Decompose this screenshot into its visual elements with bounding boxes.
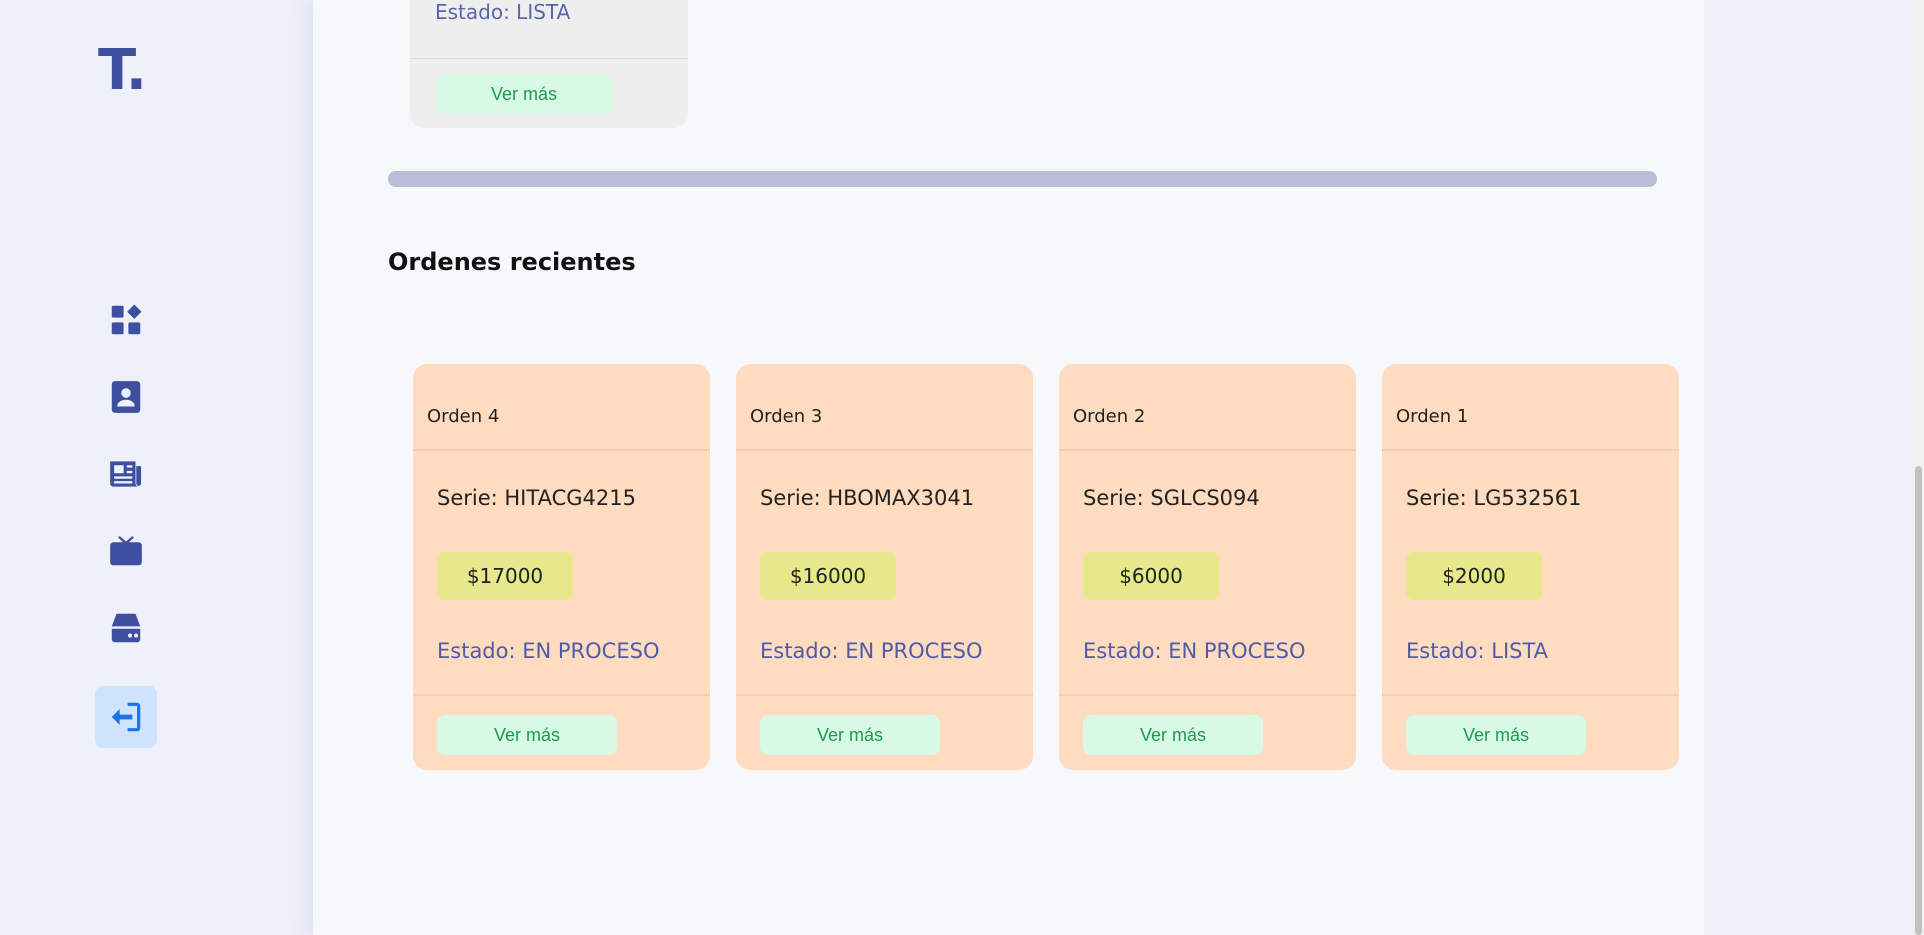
- page-scrollbar[interactable]: [1913, 0, 1924, 935]
- logout-icon: [111, 702, 141, 732]
- right-margin: [1704, 0, 1916, 935]
- app-logo[interactable]: T.: [98, 38, 147, 103]
- sidebar-item-news[interactable]: [95, 443, 157, 505]
- view-more-button[interactable]: Ver más: [1083, 715, 1263, 755]
- card-divider: [1059, 449, 1356, 451]
- order-status: Estado: LISTA: [435, 0, 571, 24]
- order-status: Estado: LISTA: [1406, 639, 1549, 663]
- order-price-badge: $6000: [1083, 552, 1219, 600]
- view-more-button[interactable]: Ver más: [435, 74, 613, 114]
- card-divider: [410, 58, 688, 59]
- sidebar-item-contacts[interactable]: [95, 366, 157, 428]
- order-status: Estado: EN PROCESO: [760, 639, 983, 663]
- order-price-badge: $2000: [1406, 552, 1542, 600]
- sidebar: T.: [0, 0, 313, 935]
- order-card: Orden 3 Serie: HBOMAX3041 $16000 Estado:…: [736, 364, 1033, 770]
- card-divider: [413, 694, 710, 696]
- order-price-badge: $17000: [437, 552, 573, 600]
- sidebar-item-dashboard[interactable]: [95, 289, 157, 351]
- order-serial: Serie: HBOMAX3041: [760, 486, 975, 510]
- card-divider: [1059, 694, 1356, 696]
- order-price-badge: $16000: [760, 552, 896, 600]
- sidebar-item-logout[interactable]: [95, 686, 157, 748]
- view-more-button[interactable]: Ver más: [760, 715, 940, 755]
- order-status: Estado: EN PROCESO: [1083, 639, 1306, 663]
- sidebar-item-tv[interactable]: [95, 520, 157, 582]
- view-more-button[interactable]: Ver más: [437, 715, 617, 755]
- horizontal-scrollbar-thumb[interactable]: [388, 171, 1657, 187]
- card-divider: [1382, 694, 1679, 696]
- main-content: Estado: LISTA Ver más Ordenes recientes …: [313, 0, 1704, 935]
- page-scrollbar-thumb[interactable]: [1915, 466, 1922, 935]
- contact-card-icon: [111, 381, 141, 413]
- newspaper-icon: [110, 461, 142, 487]
- order-card: Orden 1 Serie: LG532561 $2000 Estado: LI…: [1382, 364, 1679, 770]
- order-card: Orden 4 Serie: HITACG4215 $17000 Estado:…: [413, 364, 710, 770]
- tv-icon: [110, 535, 142, 566]
- order-title: Orden 1: [1396, 406, 1469, 427]
- view-more-button[interactable]: Ver más: [1406, 715, 1586, 755]
- card-divider: [1382, 449, 1679, 451]
- order-title: Orden 3: [750, 406, 823, 427]
- order-serial: Serie: HITACG4215: [437, 486, 636, 510]
- card-divider: [736, 694, 1033, 696]
- card-divider: [736, 449, 1033, 451]
- hard-drive-icon: [111, 613, 141, 643]
- order-title: Orden 4: [427, 406, 500, 427]
- dashboard-icon: [111, 304, 142, 335]
- sidebar-item-storage[interactable]: [95, 597, 157, 659]
- section-title: Ordenes recientes: [388, 248, 636, 276]
- order-status: Estado: EN PROCESO: [437, 639, 660, 663]
- order-serial: Serie: LG532561: [1406, 486, 1582, 510]
- order-card: Orden 2 Serie: SGLCS094 $6000 Estado: EN…: [1059, 364, 1356, 770]
- order-card-previous: Estado: LISTA Ver más: [410, 0, 688, 128]
- order-title: Orden 2: [1073, 406, 1146, 427]
- horizontal-scrollbar[interactable]: [388, 171, 1657, 187]
- order-serial: Serie: SGLCS094: [1083, 486, 1260, 510]
- card-divider: [413, 449, 710, 451]
